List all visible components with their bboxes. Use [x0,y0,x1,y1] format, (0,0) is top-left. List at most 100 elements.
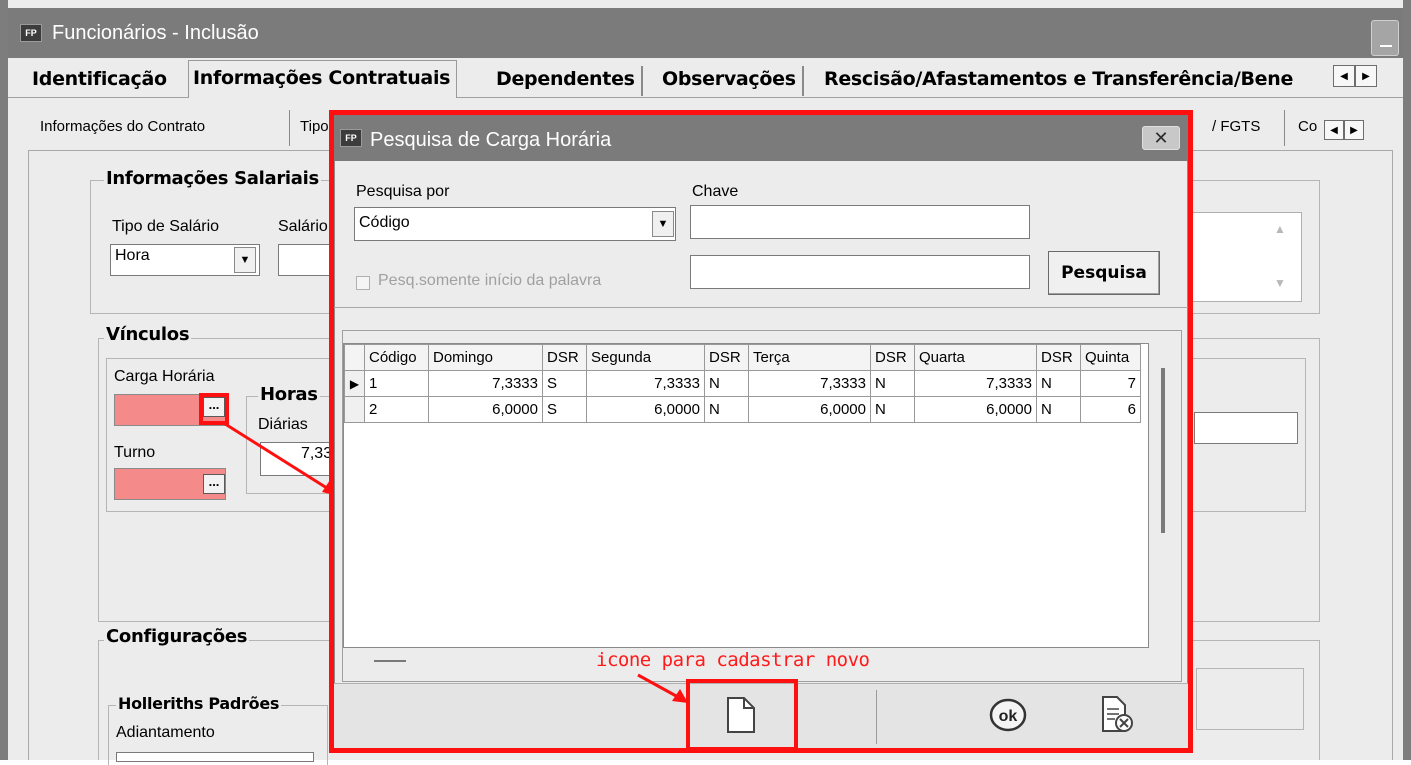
table-cell: 6 [1080,396,1141,423]
results-table: Código Domingo DSR Segunda DSR Terça DSR… [344,344,1141,423]
document-cancel-icon[interactable] [1100,695,1134,735]
annotation-text: icone para cadastrar novo [596,649,870,671]
column-header[interactable]: DSR [870,344,915,371]
close-button[interactable]: ✕ [1142,126,1180,150]
scroll-right-icon[interactable]: ▶ [1344,120,1364,140]
scroll-left-icon[interactable]: ◀ [1324,120,1344,140]
new-button-highlight [686,679,798,751]
search-dialog: FP Pesquisa de Carga Horária ✕ Pesquisa … [334,115,1188,751]
search-button[interactable]: Pesquisa [1048,251,1160,295]
column-header[interactable]: Quarta [914,344,1037,371]
holleriths-title: Holleriths Padrões [116,694,282,713]
app-icon: FP [20,24,42,42]
app-icon: FP [340,129,362,147]
adiantamento-label: Adiantamento [116,724,215,741]
table-cell: N [870,370,915,397]
table-cell: N [1036,370,1081,397]
current-row-icon: ▶ [344,370,365,397]
subtab-divider [1284,110,1285,146]
table-cell: N [1036,396,1081,423]
table-cell: S [542,396,587,423]
salario-label: Salário [278,218,328,235]
ok-button[interactable]: ok [988,698,1028,732]
dialog-title: Pesquisa de Carga Horária [370,129,612,151]
main-tab-bar: Identificação Informações Contratuais De… [8,58,1403,98]
main-title-bar: FP Funcionários - Inclusão [8,8,1403,58]
configuracoes-right-box [1196,668,1304,730]
table-header-row: Código Domingo DSR Segunda DSR Terça DSR… [344,344,1141,371]
table-cell: N [704,370,749,397]
annotation-arrow-icon [221,420,338,496]
pesquisa-por-value: Código [359,214,410,231]
horizontal-scrollbar[interactable] [374,660,406,662]
dialog-title-bar: FP Pesquisa de Carga Horária ✕ [334,115,1188,161]
subtab-divider [289,110,290,146]
table-cell: 1 [364,370,429,397]
table-cell: 6,0000 [748,396,871,423]
tab-scroll-arrows: ◀ ▶ [1333,65,1377,87]
turno-label: Turno [114,444,156,461]
table-cell: 7,3333 [914,370,1037,397]
row-indicator-header [344,344,365,371]
table-cell: 7,3333 [586,370,705,397]
subtab-co[interactable]: Co [1298,118,1317,135]
chave-label: Chave [692,183,739,200]
table-row[interactable]: ▶ 1 7,3333 S 7,3333 N 7,3333 N 7,3333 N … [344,370,1141,397]
tab-rescisao[interactable]: Rescisão/Afastamentos e Transferência/Be… [820,66,1332,96]
adiantamento-select[interactable] [116,752,314,762]
column-header[interactable]: Terça [748,344,871,371]
subtab-tipo[interactable]: Tipo [300,118,329,135]
horas-title: Horas [258,384,320,405]
annotation-arrow-icon [637,673,688,703]
table-cell: 6,0000 [428,396,543,423]
table-cell: 7,3333 [428,370,543,397]
tipo-salario-label: Tipo de Salário [112,218,220,235]
chevron-down-icon[interactable]: ▼ [234,247,256,273]
minimize-button[interactable] [1371,20,1399,56]
column-header[interactable]: Domingo [428,344,543,371]
window-title: Funcionários - Inclusão [52,22,259,44]
scroll-left-icon[interactable]: ◀ [1333,65,1355,87]
tab-informacoes-contratuais[interactable]: Informações Contratuais [188,60,458,98]
tab-observacoes[interactable]: Observações [658,66,804,96]
group-title: Configurações [104,626,250,647]
divider [334,307,1188,308]
secondary-search-input[interactable] [690,255,1030,289]
scroll-down-icon[interactable]: ▼ [1274,276,1286,290]
table-cell: 7,3333 [748,370,871,397]
ok-label: ok [999,708,1018,725]
palavra-checkbox[interactable] [356,276,370,290]
vertical-scrollbar[interactable] [1161,368,1165,533]
table-cell: 7 [1080,370,1141,397]
tipo-salario-value: Hora [115,247,150,264]
column-header[interactable]: Código [364,344,429,371]
column-header[interactable]: DSR [1036,344,1081,371]
column-header[interactable]: DSR [704,344,749,371]
table-cell: 6,0000 [586,396,705,423]
table-cell: N [870,396,915,423]
column-header[interactable]: DSR [542,344,587,371]
table-cell: 6,0000 [914,396,1037,423]
tab-dependentes[interactable]: Dependentes [492,66,643,96]
table-cell: N [704,396,749,423]
subtab-fgts[interactable]: / FGTS [1212,118,1260,135]
checkbox-label: Pesq.somente início da palavra [378,272,602,289]
chave-input[interactable] [690,205,1030,239]
column-header[interactable]: Quinta [1080,344,1141,371]
chevron-down-icon[interactable]: ▼ [652,211,674,237]
subtab-scroll-arrows: ◀ ▶ [1324,120,1364,140]
scroll-up-icon[interactable]: ▲ [1274,222,1286,236]
results-grid[interactable]: Código Domingo DSR Segunda DSR Terça DSR… [343,343,1149,648]
scroll-right-icon[interactable]: ▶ [1355,65,1377,87]
subtab-informacoes-contrato[interactable]: Informações do Contrato [40,118,205,135]
tab-identificacao[interactable]: Identificação [28,66,173,96]
vinculos-right-input[interactable] [1194,412,1298,444]
pesquisa-por-label: Pesquisa por [356,183,450,200]
footer-divider [876,690,877,744]
row-indicator [344,396,365,423]
pesquisa-por-select[interactable]: Código [354,207,676,241]
group-title: Vínculos [104,324,192,345]
table-row[interactable]: 2 6,0000 S 6,0000 N 6,0000 N 6,0000 N 6 [344,396,1141,423]
carga-horaria-label: Carga Horária [114,368,215,385]
column-header[interactable]: Segunda [586,344,705,371]
